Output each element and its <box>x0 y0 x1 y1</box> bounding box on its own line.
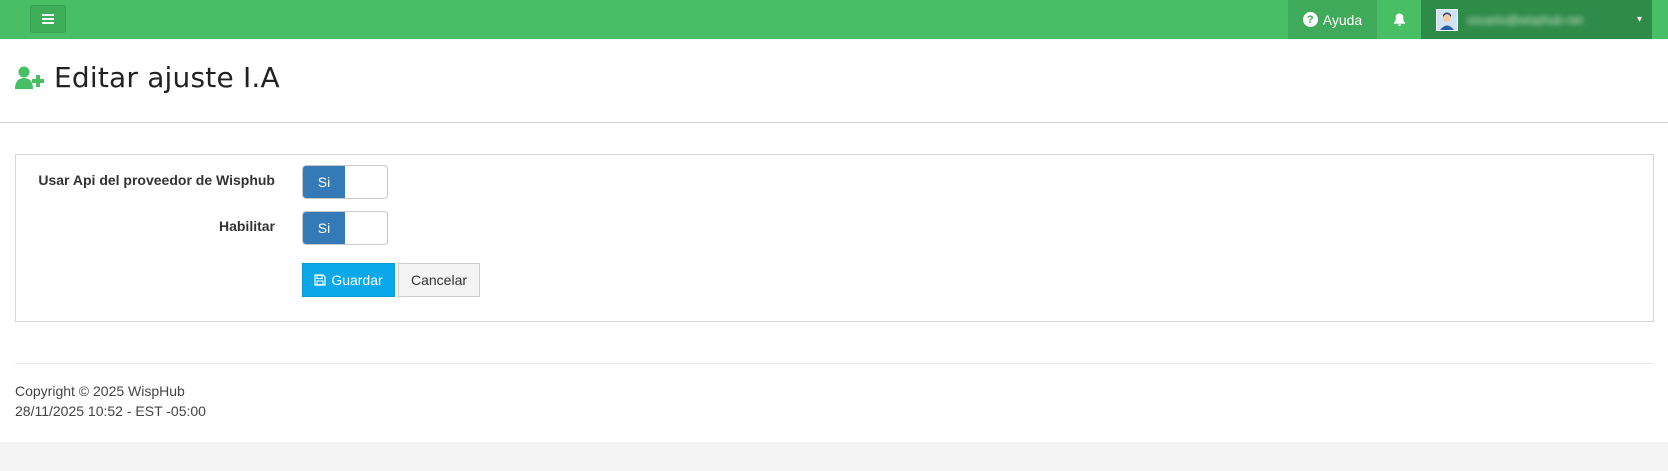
save-label: Guardar <box>331 272 383 288</box>
chevron-down-icon: ▾ <box>1637 14 1643 25</box>
menu-toggle-button[interactable] <box>30 5 66 33</box>
copyright-text: Copyright © 2025 WispHub <box>15 383 185 399</box>
page-header: Editar ajuste I.A <box>15 61 280 94</box>
use-provider-api-toggle[interactable]: Si <box>302 165 388 199</box>
enable-toggle[interactable]: Si <box>302 211 388 245</box>
save-button[interactable]: Guardar <box>302 263 395 297</box>
cancel-button[interactable]: Cancelar <box>398 263 480 297</box>
settings-form-panel: Usar Api del proveedor de Wisphub Si Hab… <box>15 154 1654 322</box>
toggle-on-state: Si <box>303 212 345 244</box>
page-title: Editar ajuste I.A <box>54 61 280 94</box>
question-circle-icon: ? <box>1302 12 1318 27</box>
help-label: Ayuda <box>1322 11 1363 28</box>
footer-divider <box>15 363 1654 364</box>
cancel-label: Cancelar <box>410 272 468 288</box>
enable-label: Habilitar <box>218 218 275 234</box>
user-avatar-icon <box>1436 8 1458 31</box>
top-navbar: ? Ayuda usuario@wisphub.net ▾ <box>0 0 1668 39</box>
main-content: Editar ajuste I.A Usar Api del proveedor… <box>0 39 1668 442</box>
header-divider <box>0 122 1668 123</box>
floppy-disk-icon <box>314 274 326 286</box>
bell-icon <box>1393 13 1405 26</box>
footer-datetime: 28/11/2025 10:52 - EST -05:00 <box>15 403 206 419</box>
use-provider-api-label: Usar Api del proveedor de Wisphub <box>38 172 275 188</box>
help-button[interactable]: ? Ayuda <box>1288 0 1377 39</box>
user-plus-icon <box>15 66 44 89</box>
toggle-on-state: Si <box>303 166 345 198</box>
user-email: usuario@wisphub.net <box>1467 13 1583 26</box>
user-menu-button[interactable]: usuario@wisphub.net ▾ <box>1421 0 1652 39</box>
notifications-button[interactable] <box>1377 0 1421 39</box>
hamburger-menu-icon <box>42 14 54 24</box>
